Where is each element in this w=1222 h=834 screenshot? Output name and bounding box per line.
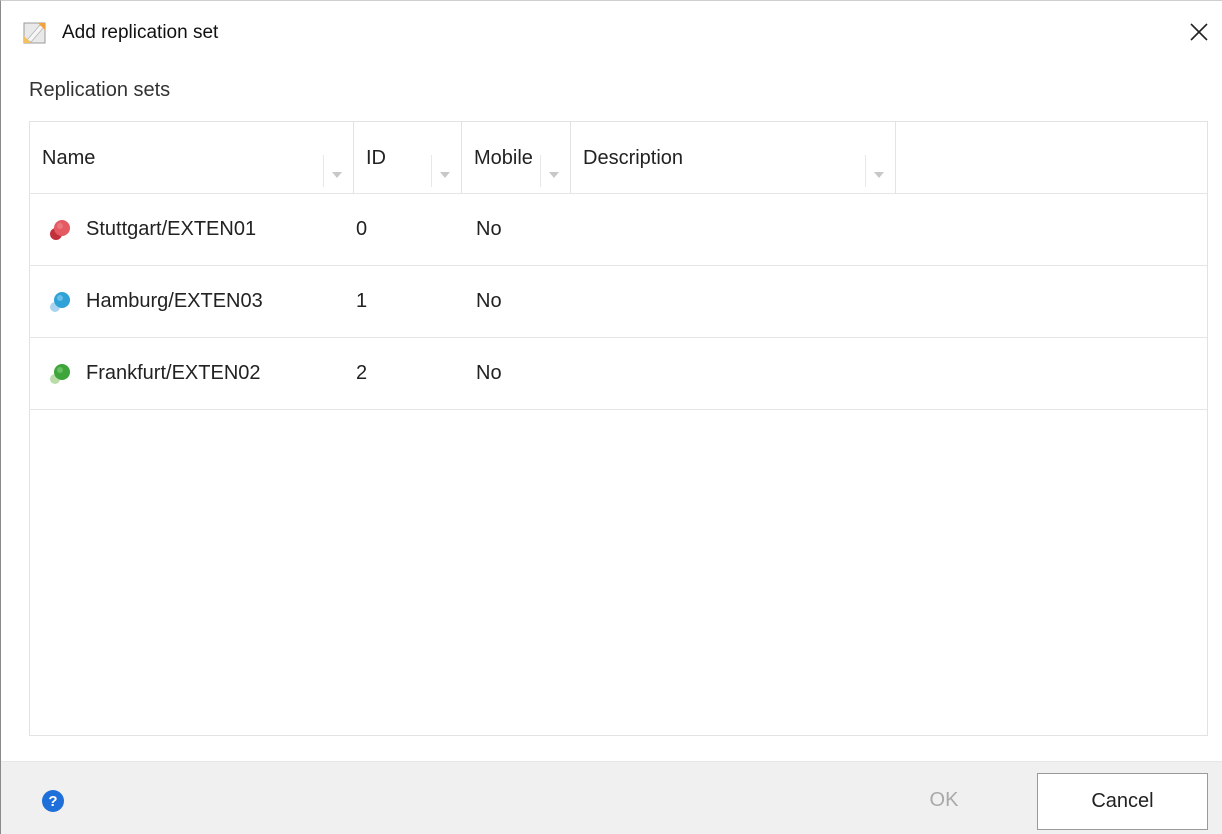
blue-replication-icon xyxy=(48,290,72,314)
dialog-title: Add replication set xyxy=(62,22,219,43)
chevron-down-icon xyxy=(439,172,450,178)
cell-id: 0 xyxy=(356,218,368,240)
cell-name: Stuttgart/EXTEN01 xyxy=(86,218,257,240)
column-label: ID xyxy=(366,147,386,169)
cell-mobile: No xyxy=(476,218,502,240)
cell-mobile: No xyxy=(476,290,502,312)
add-replication-set-dialog: Add replication set Replication sets Nam… xyxy=(0,0,1222,834)
sort-dropdown[interactable] xyxy=(323,155,349,187)
svg-text:?: ? xyxy=(48,793,57,810)
replication-sets-table[interactable]: Name ID Mobile Description Stuttgart/EXT… xyxy=(29,121,1208,736)
document-edit-icon xyxy=(23,21,47,45)
table-header: Name ID Mobile Description xyxy=(30,122,1207,194)
column-header-id[interactable]: ID xyxy=(354,122,462,194)
chevron-down-icon xyxy=(873,172,884,178)
cancel-button[interactable]: Cancel xyxy=(1037,773,1208,830)
column-label: Description xyxy=(583,147,684,169)
cell-name: Frankfurt/EXTEN02 xyxy=(86,362,261,384)
sort-dropdown[interactable] xyxy=(431,155,457,187)
column-header-name[interactable]: Name xyxy=(30,122,354,194)
dialog-footer: ? OK Cancel xyxy=(1,761,1222,834)
table-row[interactable]: Hamburg/EXTEN03 1 No xyxy=(30,266,1207,338)
title-bar: Add replication set xyxy=(1,1,1222,63)
table-row[interactable]: Frankfurt/EXTEN02 2 No xyxy=(30,338,1207,410)
cell-name: Hamburg/EXTEN03 xyxy=(86,290,263,312)
column-header-mobile[interactable]: Mobile xyxy=(462,122,571,194)
cell-id: 2 xyxy=(356,362,368,384)
green-replication-icon xyxy=(48,362,72,386)
help-icon[interactable]: ? xyxy=(41,789,65,813)
close-icon xyxy=(1190,23,1208,41)
table-row[interactable]: Stuttgart/EXTEN01 0 No xyxy=(30,194,1207,266)
red-replication-icon xyxy=(48,218,72,242)
ok-button[interactable]: OK xyxy=(889,773,999,828)
close-button[interactable] xyxy=(1182,15,1216,49)
chevron-down-icon xyxy=(548,172,559,178)
column-label: Name xyxy=(42,147,96,169)
section-label: Replication sets xyxy=(29,79,171,101)
cell-mobile: No xyxy=(476,362,502,384)
column-header-description[interactable]: Description xyxy=(571,122,896,194)
column-label: Mobile xyxy=(474,147,533,169)
chevron-down-icon xyxy=(331,172,342,178)
sort-dropdown[interactable] xyxy=(540,155,566,187)
sort-dropdown[interactable] xyxy=(865,155,891,187)
cell-id: 1 xyxy=(356,290,368,312)
